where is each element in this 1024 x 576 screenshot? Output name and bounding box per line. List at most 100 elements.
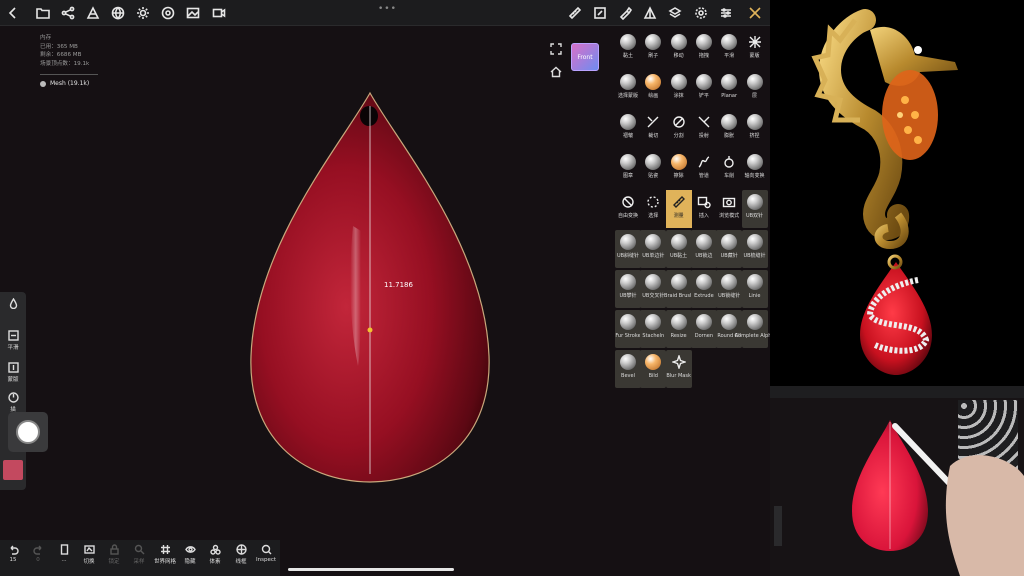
lock-button[interactable]: 锁定 <box>101 544 127 565</box>
brush-34[interactable]: UB藏针 <box>716 230 743 268</box>
brush-39[interactable]: Extrude <box>690 270 717 308</box>
ruler-icon[interactable] <box>566 4 584 22</box>
brush-label: 分割 <box>673 133 684 139</box>
brush-1[interactable]: 刷子 <box>640 30 666 68</box>
fullscreen-icon[interactable] <box>550 40 564 55</box>
brush-36[interactable]: UB攀针 <box>615 270 641 308</box>
brush-label: 蒙版 <box>749 53 760 59</box>
brush-label: 绘画 <box>648 93 659 99</box>
view-cube[interactable]: Front <box>571 43 599 71</box>
brush-size-button[interactable] <box>8 412 48 452</box>
brush-23[interactable]: 轴向变换 <box>742 150 768 188</box>
gear-icon[interactable] <box>692 4 710 22</box>
brush-19[interactable]: 贴瓷 <box>640 150 666 188</box>
hide-label: 隐藏 <box>184 559 196 565</box>
undo-button[interactable]: 15 <box>0 544 26 563</box>
voxel-button[interactable]: 体素 <box>202 544 228 565</box>
mask-icon[interactable] <box>641 4 659 22</box>
brush-43[interactable]: Stacheln <box>640 310 667 348</box>
brush-8[interactable]: 涂抹 <box>666 70 692 108</box>
brush-50[interactable]: Blur Mask <box>665 350 692 388</box>
share-icon[interactable] <box>59 4 77 22</box>
brush-4[interactable]: 平滑 <box>716 30 742 68</box>
brush-size-knob[interactable] <box>16 420 40 444</box>
brush-47[interactable]: Complete Alpha <box>735 310 770 348</box>
mesh-item[interactable]: Mesh (19.1k) <box>40 80 89 87</box>
measure-midpoint[interactable] <box>367 327 373 333</box>
world-grid-button[interactable]: 世界网格 <box>151 544 179 565</box>
stack-icon[interactable] <box>666 4 684 22</box>
brush-17[interactable]: 挤捏 <box>742 110 768 148</box>
brush-10[interactable]: Planar <box>716 70 742 108</box>
brush-48[interactable]: Bevel <box>615 350 641 388</box>
sliders-icon[interactable] <box>717 4 735 22</box>
brush-44[interactable]: Resize <box>665 310 692 348</box>
more-dots-icon[interactable]: ••• <box>378 4 396 14</box>
brush-37[interactable]: UB交叉针 <box>640 270 667 308</box>
layers-icon[interactable] <box>84 4 102 22</box>
brush-24[interactable]: 自由变换 <box>615 190 641 228</box>
brush-2[interactable]: 移动 <box>666 30 692 68</box>
brush-35[interactable]: UB梳缝针 <box>741 230 768 268</box>
brush-28[interactable]: 浏览模式 <box>716 190 742 228</box>
brush-45[interactable]: Dornen <box>690 310 717 348</box>
eye-icon[interactable] <box>40 80 46 87</box>
sphere-icon <box>721 114 738 130</box>
brush-14[interactable]: 分割 <box>666 110 692 148</box>
material-icon[interactable] <box>159 4 177 22</box>
back-icon[interactable] <box>4 4 22 22</box>
brush-16[interactable]: 膨胀 <box>716 110 742 148</box>
brush-40[interactable]: UB锁缝针 <box>716 270 743 308</box>
brush-21[interactable]: 管道 <box>691 150 717 188</box>
brush-29[interactable]: UB双针 <box>741 190 768 228</box>
brush-41[interactable]: Linie <box>741 270 768 308</box>
brush-3[interactable]: 拖拽 <box>691 30 717 68</box>
image-icon[interactable] <box>184 4 202 22</box>
wireframe-button[interactable]: 线框 <box>228 544 254 565</box>
brush-46[interactable]: Round All <box>716 310 743 348</box>
brush-33[interactable]: UB锁边 <box>690 230 717 268</box>
brush-42[interactable]: Fur Stroke <box>615 310 641 348</box>
brush-26[interactable]: 测量 <box>665 190 692 228</box>
drop-icon[interactable] <box>0 298 26 311</box>
brush-18[interactable]: 图章 <box>615 150 641 188</box>
globe-icon[interactable] <box>109 4 127 22</box>
mask-tool-button[interactable]: 蒙版 <box>0 362 26 383</box>
scale-icon[interactable] <box>591 4 609 22</box>
brush-0[interactable]: 黏土 <box>615 30 641 68</box>
hide-button[interactable]: 隐藏 <box>177 544 203 565</box>
file-button[interactable]: ... <box>51 544 77 563</box>
smooth-tool-button[interactable]: 平滑 <box>0 330 26 351</box>
folder-icon[interactable] <box>34 4 52 22</box>
inspect-button[interactable]: Inspect <box>253 544 279 563</box>
brush-31[interactable]: UB单边针 <box>640 230 667 268</box>
home-icon[interactable] <box>550 63 564 78</box>
brush-38[interactable]: Braid Brush <box>664 270 693 308</box>
brush-color-swatch[interactable] <box>3 460 23 480</box>
brush-32[interactable]: UB黏土 <box>665 230 692 268</box>
brush-13[interactable]: 裁切 <box>640 110 666 148</box>
brush-7[interactable]: 绘画 <box>640 70 666 108</box>
brush-6[interactable]: 选择蒙版 <box>615 70 641 108</box>
sun-icon[interactable] <box>134 4 152 22</box>
brush-5[interactable]: 蒙版 <box>742 30 768 68</box>
brush-25[interactable]: 选择 <box>640 190 666 228</box>
stroke-tool-button[interactable]: 描 <box>0 392 26 413</box>
brush-12[interactable]: 褶皱 <box>615 110 641 148</box>
brush-11[interactable]: 层 <box>742 70 768 108</box>
brush-27[interactable]: 插入 <box>691 190 717 228</box>
brush-15[interactable]: 投射 <box>691 110 717 148</box>
redo-button[interactable]: 0 <box>25 544 51 563</box>
switch-button[interactable]: 切换 <box>76 544 102 565</box>
brush-icon[interactable] <box>616 4 634 22</box>
tools-icon[interactable] <box>746 4 764 22</box>
brush-22[interactable]: 车削 <box>716 150 742 188</box>
bottom-toolbar: 15 0 ... 切换 锁定 采样 世界网格 隐藏 体素 线框 Inspect <box>0 540 280 576</box>
sample-button[interactable]: 采样 <box>126 544 152 565</box>
video-icon[interactable] <box>210 4 228 22</box>
brush-9[interactable]: 铲平 <box>691 70 717 108</box>
brush-49[interactable]: Bild <box>640 350 667 388</box>
brush-20[interactable]: 擦除 <box>666 150 692 188</box>
sphere-icon <box>746 314 763 330</box>
brush-30[interactable]: UB斜缝针 <box>615 230 641 268</box>
